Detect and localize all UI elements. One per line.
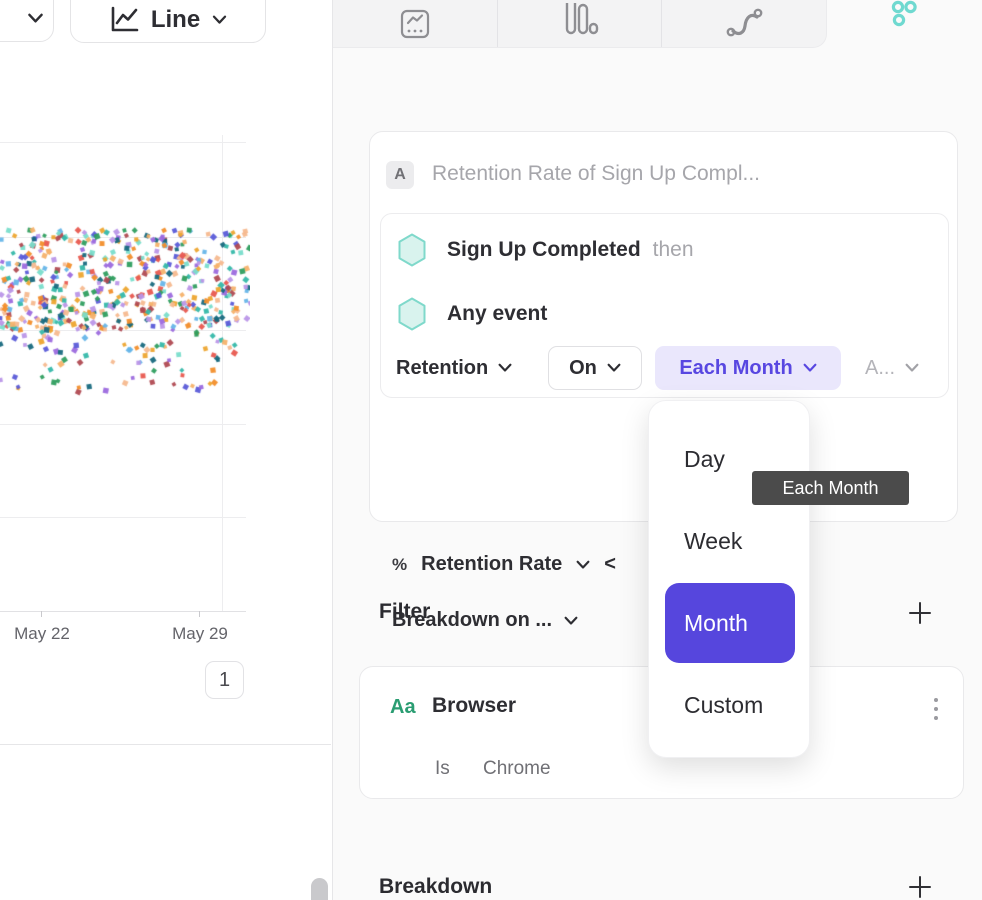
dropdown-item-week[interactable]: Week [684,528,742,555]
truncated-dropdown[interactable]: A... [865,346,919,390]
plus-icon [907,600,933,626]
tab-flow-view[interactable] [661,0,826,47]
breakdown-section-title: Breakdown [379,875,492,899]
axis-tick [41,611,42,617]
event-name: Sign Up Completed [447,238,641,262]
line-chart-icon [109,6,139,34]
plus-icon [907,874,933,900]
filter-property-label: Browser [432,694,516,718]
dropdown-item-month-selected[interactable]: Month [665,583,795,663]
retention-controls-row: Retention On Each Month A... [396,346,512,390]
chevron-down-icon [607,363,621,373]
retention-dropdown[interactable]: Retention [396,357,512,380]
dropdown-item-custom[interactable]: Custom [684,692,763,719]
add-breakdown-button[interactable] [907,874,933,900]
event-definition-card: Sign Up Completed then Any event Retenti… [380,213,949,398]
chart-box-icon [398,3,432,45]
chevron-down-icon [498,363,512,373]
filter-operator[interactable]: Is [435,758,450,780]
scrollbar-thumb[interactable] [311,878,328,900]
event-row-return[interactable]: Any event [397,297,559,331]
property-type-icon: Aa [390,696,416,719]
hexagon-icon [397,297,427,331]
tab-scatter-view-selected[interactable] [889,0,919,30]
filter-kebab-menu[interactable] [922,693,950,725]
pagination-page-button[interactable]: 1 [205,661,244,699]
chart-type-button[interactable]: Line [70,0,266,43]
teal-dots-icon [889,0,919,30]
filter-value[interactable]: Chrome [483,758,551,780]
chevron-down-icon [576,560,590,570]
tab-chart-view[interactable] [333,0,497,47]
visualization-tabbar [333,0,827,48]
gridline [0,142,246,143]
chart-pane: Line May 22 May 29 1 [0,0,332,900]
add-filter-button[interactable] [907,600,933,626]
on-dropdown-button[interactable]: On [548,346,642,390]
scatter-points-canvas [0,226,250,401]
interval-tooltip: Each Month [752,471,909,505]
interval-dropdown-menu: Day Week Month Custom [648,400,810,758]
flow-icon [724,3,764,45]
chevron-down-icon [905,363,919,373]
gridline [0,424,246,425]
query-panel: A Retention Rate of Sign Up Compl... Sig… [332,0,982,900]
chevron-down-icon [564,616,578,626]
chevron-down-icon [27,13,44,24]
event-name: Any event [447,302,547,326]
collapsed-dropdown-button[interactable] [0,0,54,42]
tab-bars-view[interactable] [497,0,662,47]
x-axis [0,611,246,612]
percent-icon: % [392,555,407,575]
query-title-input[interactable]: Retention Rate of Sign Up Compl... [432,162,760,186]
bar-chart-icon [561,3,599,45]
series-badge: A [386,161,414,189]
chevron-down-icon [803,363,817,373]
axis-tick [199,611,200,617]
x-tick-label: May 29 [162,624,238,644]
filter-section-title: Filter [379,600,430,624]
section-divider [0,744,331,745]
event-suffix: then [653,238,694,262]
measured-as-dropdown[interactable]: % Retention Rate < [392,553,616,576]
gridline [0,517,246,518]
chevron-down-icon [212,15,227,25]
event-row-first[interactable]: Sign Up Completed then [397,233,694,267]
dropdown-item-day[interactable]: Day [684,446,725,473]
chart-type-label: Line [151,6,200,34]
interval-dropdown-button[interactable]: Each Month [655,346,841,390]
metric-after-text: < [604,553,616,576]
hexagon-icon [397,233,427,267]
analytics-app: Line May 22 May 29 1 [0,0,982,900]
x-tick-label: May 22 [4,624,80,644]
